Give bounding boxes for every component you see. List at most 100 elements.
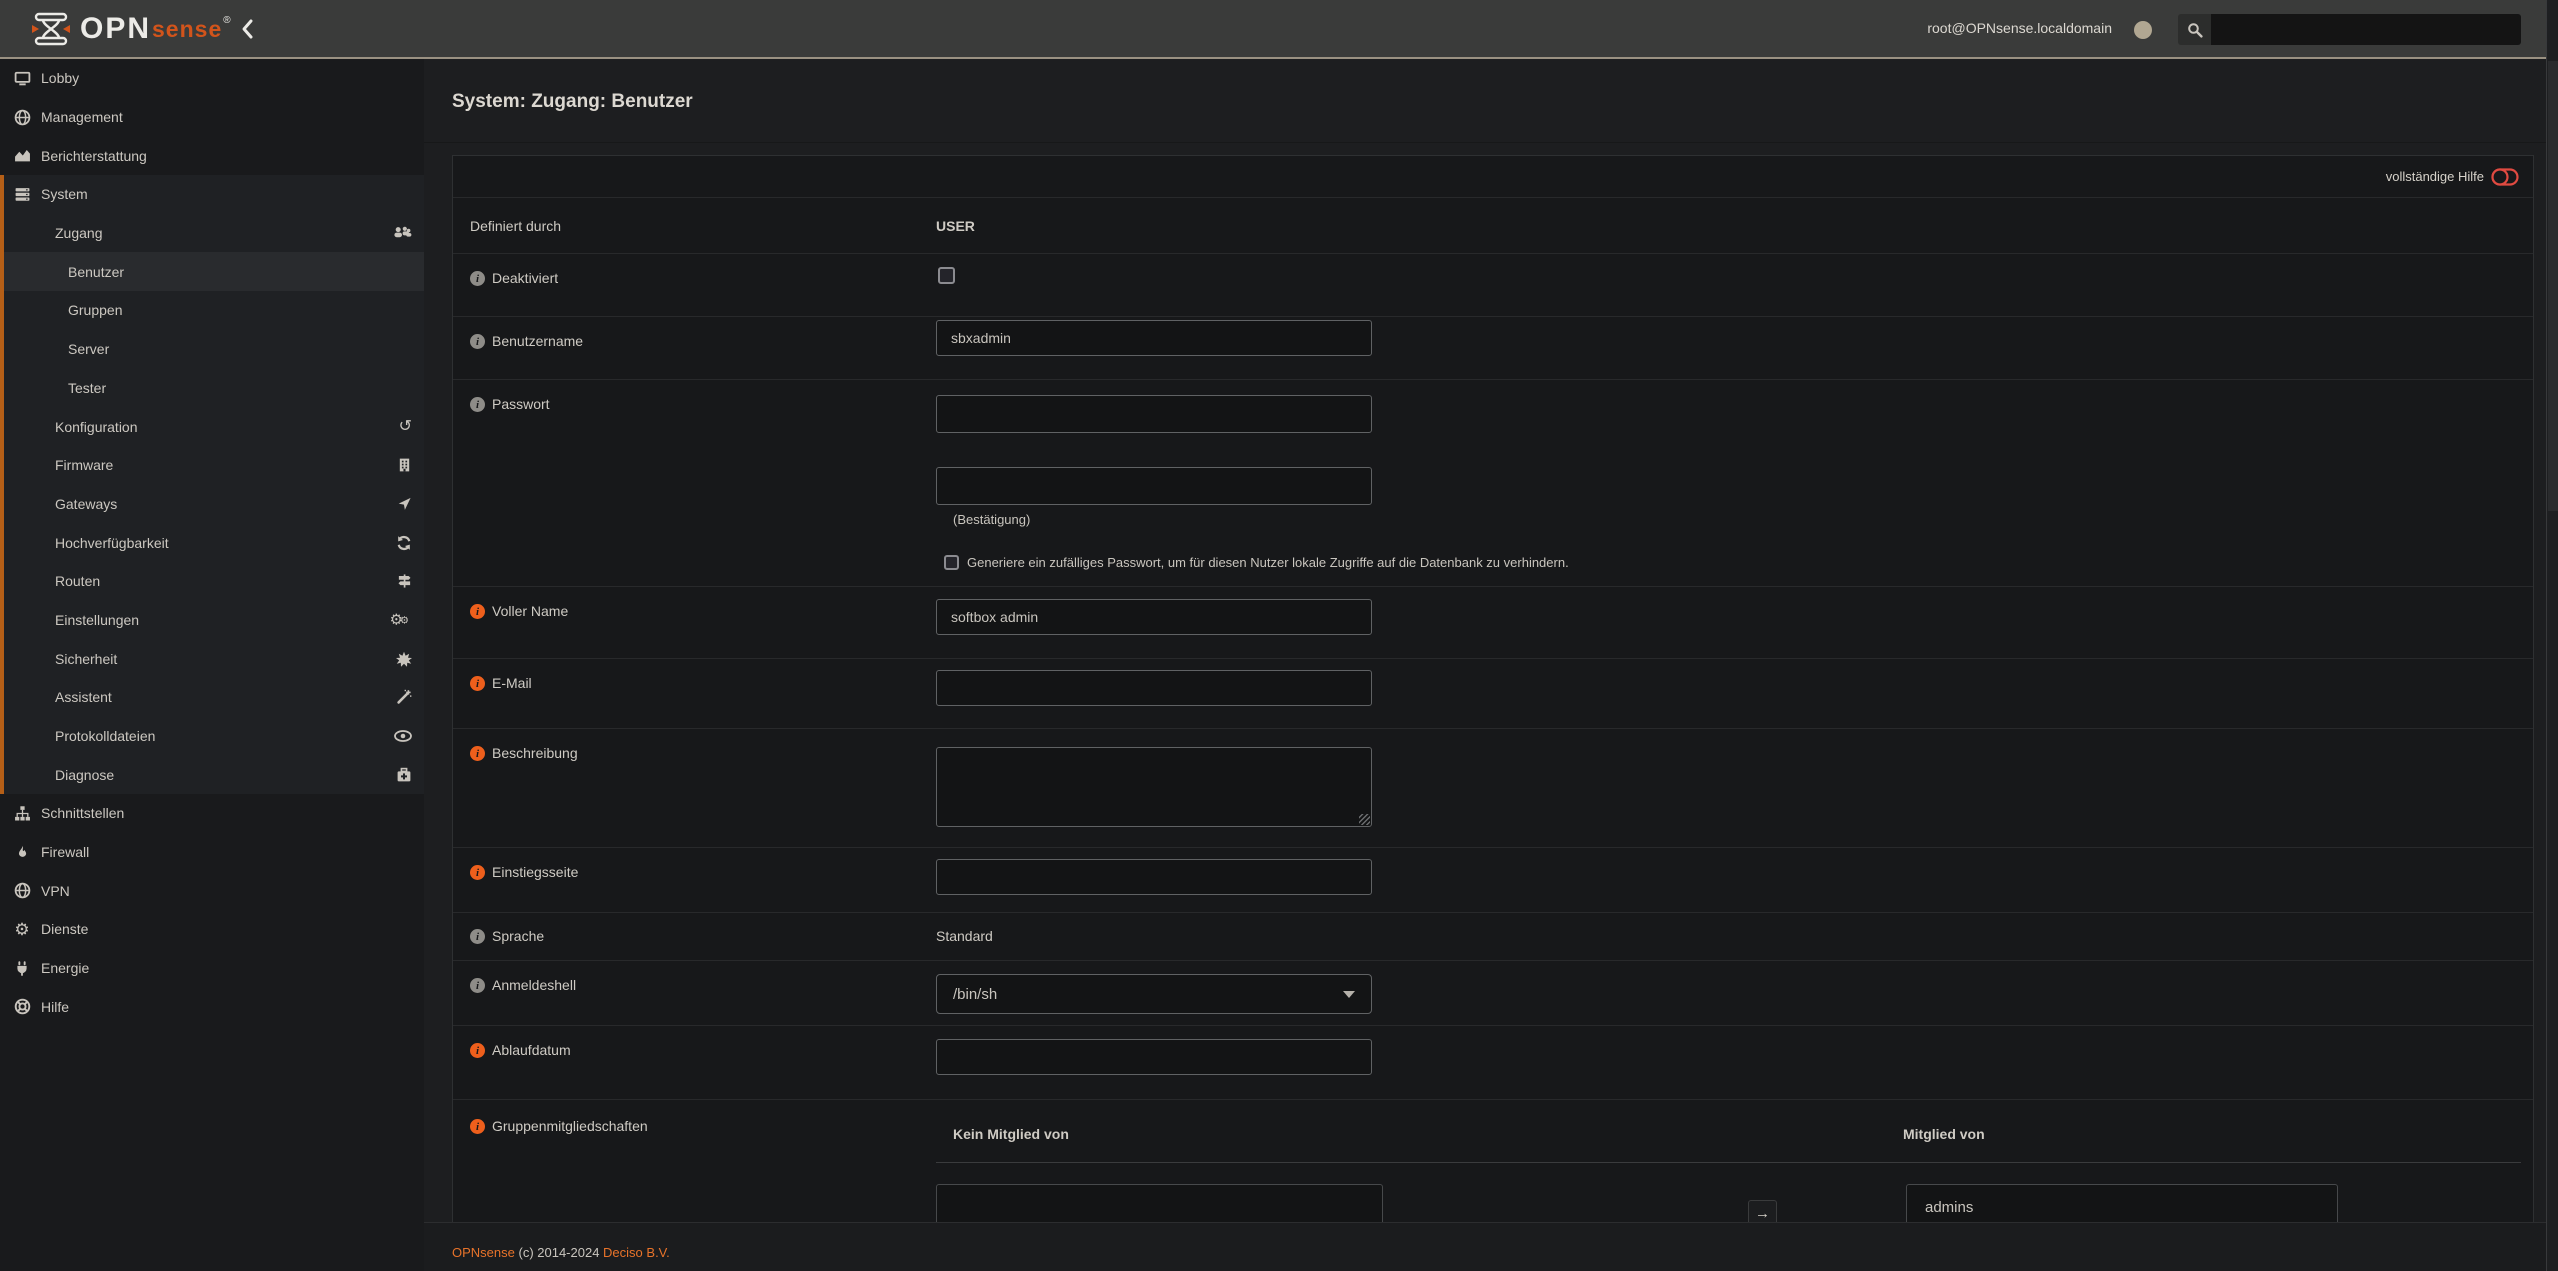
shell-selected-value: /bin/sh <box>953 986 997 1003</box>
sidebar-item-gateways[interactable]: Gateways <box>4 485 424 524</box>
info-icon[interactable]: i <box>470 604 485 619</box>
brand-sense-text: sense <box>152 16 222 43</box>
footer-deciso-link[interactable]: Deciso B.V. <box>603 1245 670 1260</box>
sidebar-item-tester[interactable]: Tester <box>4 369 424 408</box>
member-of-header: Mitglied von <box>1903 1126 1985 1142</box>
sitemap-icon <box>12 805 32 822</box>
sidebar-collapse-chevron-left-icon[interactable] <box>240 18 262 42</box>
sidebar-item-zugang[interactable]: Zugang <box>4 214 424 253</box>
sidebar-item-server[interactable]: Server <box>4 330 424 369</box>
sidebar-item-energie[interactable]: Energie <box>0 949 424 988</box>
disabled-checkbox[interactable] <box>938 267 955 284</box>
cogs-icon: ⚙⚙ <box>390 612 412 627</box>
refresh-icon <box>396 535 412 551</box>
page-scrollbar[interactable] <box>2546 0 2558 1271</box>
footer-opnsense-link[interactable]: OPNsense <box>452 1245 515 1260</box>
list-item[interactable]: admins <box>1907 1185 2337 1216</box>
shell-select[interactable]: /bin/sh <box>936 974 1372 1014</box>
username-label: Benutzername <box>492 333 583 349</box>
fullname-input[interactable] <box>936 599 1372 635</box>
email-input[interactable] <box>936 670 1372 706</box>
sidebar-item-label: Konfiguration <box>55 419 138 435</box>
sidebar-item-vpn[interactable]: VPN <box>0 871 424 910</box>
password-input[interactable] <box>936 395 1372 433</box>
sidebar-item-firmware[interactable]: Firmware <box>4 446 424 485</box>
description-textarea[interactable] <box>936 747 1372 827</box>
sidebar-item-sicherheit[interactable]: Sicherheit <box>4 639 424 678</box>
sidebar-item-assistent[interactable]: Assistent <box>4 678 424 717</box>
sidebar-item-label: Lobby <box>41 70 79 86</box>
area-chart-icon <box>12 147 32 164</box>
sidebar-section-system: System Zugang Benutzer Gruppen Server Te… <box>0 175 424 794</box>
info-icon[interactable]: i <box>470 978 485 993</box>
sidebar-item-label: Firewall <box>41 844 89 860</box>
row-email: i E-Mail <box>453 658 2533 728</box>
info-icon[interactable]: i <box>470 865 485 880</box>
sidebar-item-diagnose[interactable]: Diagnose <box>4 755 424 794</box>
full-help-toggle-off-icon[interactable] <box>2491 168 2519 186</box>
registered-mark: ® <box>223 15 230 26</box>
password-label: Passwort <box>492 396 550 412</box>
info-icon[interactable]: i <box>470 397 485 412</box>
opnsense-logo[interactable]: OPNsense® <box>30 9 231 49</box>
landing-page-input[interactable] <box>936 859 1372 895</box>
scrollbar-thumb[interactable] <box>2548 61 2558 511</box>
search-icon <box>2178 14 2211 45</box>
sidebar-item-label: Energie <box>41 960 89 976</box>
row-fullname: i Voller Name <box>453 586 2533 658</box>
sidebar-item-system[interactable]: System <box>4 175 424 214</box>
sidebar-item-gruppen[interactable]: Gruppen <box>4 291 424 330</box>
sidebar-item-einstellungen[interactable]: Einstellungen ⚙⚙ <box>4 601 424 640</box>
map-signs-icon <box>397 573 412 589</box>
shell-label: Anmeldeshell <box>492 977 576 993</box>
sidebar-item-protokolldateien[interactable]: Protokolldateien <box>4 717 424 756</box>
row-defined-by: Definiert durch USER <box>453 197 2533 253</box>
defined-by-label: Definiert durch <box>470 218 561 234</box>
page-header: System: Zugang: Benutzer <box>424 59 2546 143</box>
sidebar-item-label: Berichterstattung <box>41 148 147 164</box>
sidebar-item-benutzer[interactable]: Benutzer <box>4 252 424 291</box>
info-icon[interactable]: i <box>470 929 485 944</box>
row-landing-page: i Einstiegsseite <box>453 847 2533 912</box>
info-icon[interactable]: i <box>470 746 485 761</box>
full-help-label: vollständige Hilfe <box>2386 169 2484 184</box>
sidebar-item-schnittstellen[interactable]: Schnittstellen <box>0 794 424 833</box>
sidebar-nav: Lobby Management Berichterstattung Syste… <box>0 59 424 1271</box>
info-icon[interactable]: i <box>470 1119 485 1134</box>
password-confirm-hint: (Bestätigung) <box>953 512 2533 527</box>
sidebar-item-label: Benutzer <box>68 264 124 280</box>
row-shell: i Anmeldeshell /bin/sh <box>453 960 2533 1025</box>
footer: OPNsense (c) 2014-2024 Deciso B.V. <box>424 1222 2558 1271</box>
password-confirm-input[interactable] <box>936 467 1372 505</box>
globe-icon <box>12 109 32 126</box>
sidebar-item-label: System <box>41 186 88 202</box>
history-icon: ↺ <box>399 419 412 435</box>
sidebar-item-hochverfuegbarkeit[interactable]: Hochverfügbarkeit <box>4 523 424 562</box>
expires-input[interactable] <box>936 1039 1372 1075</box>
info-icon[interactable]: i <box>470 676 485 691</box>
sidebar-item-berichterstattung[interactable]: Berichterstattung <box>0 136 424 175</box>
sidebar-item-label: Gateways <box>55 496 117 512</box>
global-search <box>2178 14 2521 45</box>
status-indicator-dot[interactable] <box>2134 21 2152 39</box>
info-icon[interactable]: i <box>470 271 485 286</box>
sidebar-item-lobby[interactable]: Lobby <box>0 59 424 98</box>
sidebar-item-konfiguration[interactable]: Konfiguration ↺ <box>4 407 424 446</box>
search-input[interactable] <box>2211 14 2521 45</box>
monitor-icon <box>12 70 32 87</box>
landing-page-label: Einstiegsseite <box>492 864 578 880</box>
generate-password-checkbox[interactable] <box>944 555 959 570</box>
sidebar-item-hilfe[interactable]: Hilfe <box>0 988 424 1027</box>
sidebar-item-management[interactable]: Management <box>0 98 424 137</box>
sidebar-item-firewall[interactable]: Firewall <box>0 833 424 872</box>
fullname-label: Voller Name <box>492 603 568 619</box>
sidebar-item-routen[interactable]: Routen <box>4 562 424 601</box>
sidebar-item-dienste[interactable]: ⚙ Dienste <box>0 910 424 949</box>
username-input[interactable] <box>936 320 1372 356</box>
info-icon[interactable]: i <box>470 1043 485 1058</box>
generate-password-text: Generiere ein zufälliges Passwort, um fü… <box>967 555 1569 570</box>
sidebar-item-label: Hochverfügbarkeit <box>55 535 169 551</box>
sidebar-item-label: Server <box>68 341 109 357</box>
info-icon[interactable]: i <box>470 334 485 349</box>
medkit-icon <box>396 767 412 783</box>
